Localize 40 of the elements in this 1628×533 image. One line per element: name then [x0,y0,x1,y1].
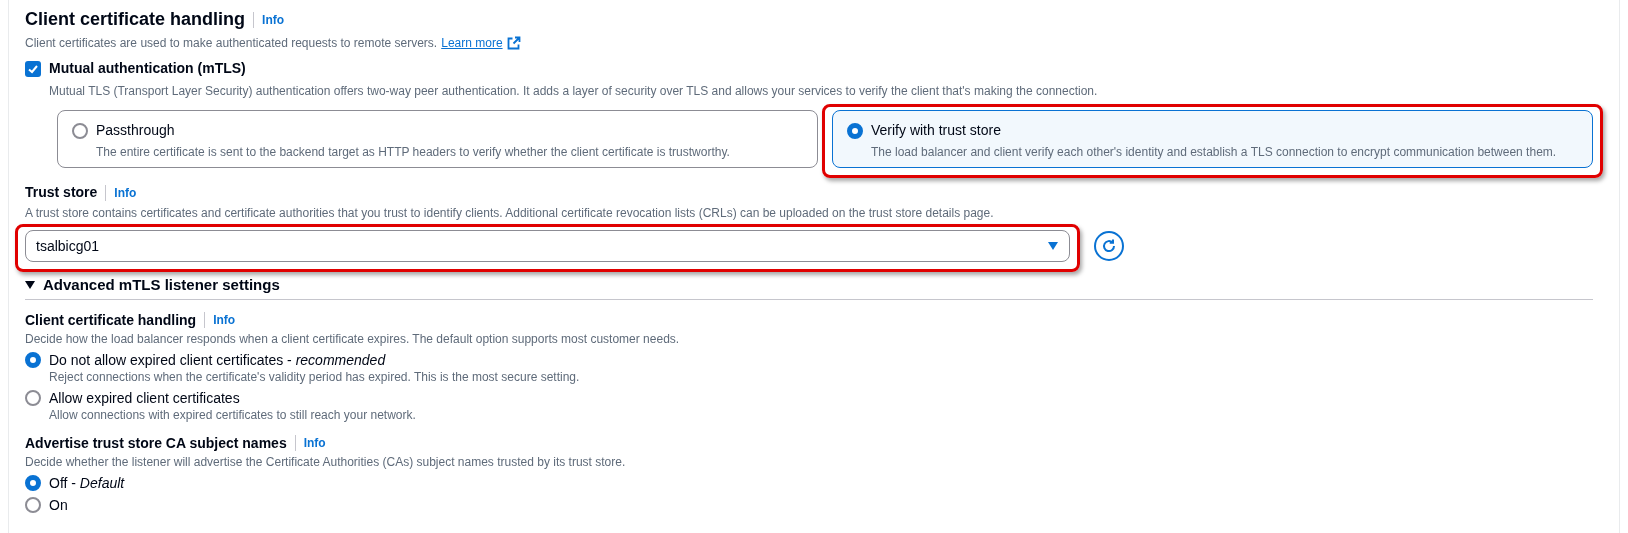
external-link-icon [506,36,521,50]
section-description: Client certificates are used to make authenticated requests to remote servers. [25,35,438,52]
section-heading: Client certificate handling [25,8,246,31]
refresh-icon [1101,238,1117,254]
option-description: The entire certificate is sent to the backend target as HTTP headers to verify whether the client certificate is trustworthy. [96,144,731,161]
option-description: The load balancer and client verify each other's identity and establish a TLS connection to encrypt communication between them. [871,144,1558,161]
info-link[interactable]: Info [213,311,236,329]
field-description: Decide how the load balancer responds when a client certificate expires. The default option supports most customer needs. [25,331,681,347]
radio-button[interactable] [847,122,863,139]
option-label: Passthrough [96,121,175,140]
option-tile[interactable]: Passthrough The entire certificate is sent to the backend target as HTTP headers to verify whether the client certificate is trustworthy. [57,110,818,168]
radio-button[interactable] [25,389,41,406]
caret-icon [1047,241,1059,251]
field-description: Decide whether the listener will advertise the Certificate Authorities (CAs) subject names trusted by its trust store. [25,454,627,470]
section-heading: Client certificate handling [25,310,197,330]
expandable-section-header[interactable]: Advanced mTLS listener settings [43,274,280,297]
radio-description: Reject connections when the certificate's validity period has expired. This is the most secure setting. [49,369,581,385]
trust-store-select[interactable]: tsalbicg01 [25,230,1070,262]
info-link[interactable]: Info [114,183,137,202]
checkbox-description: Mutual TLS (Transport Layer Security) authentication offers two-way peer authentication. It adds a layer of security over TLS and allows your services to verify the client that's making the connection. [49,83,1099,100]
radio-label: Allow expired client certificates [49,388,240,407]
section-heading: Trust store [25,183,98,202]
radio-button[interactable] [72,122,88,139]
radio-label: Do not allow expired client certificates - recommended [49,350,386,369]
checkbox-label: Mutual authentication (mTLS) [49,59,246,78]
field-description: A trust store contains certificates and certificate authorities that you trust to identify clients. Additional certificate revocation lists (CRLs) can be uploaded on the trust store details page. [25,205,995,222]
radio-description: Allow connections with expired certificates to still reach your network. [49,407,417,423]
refresh-button[interactable] [1094,231,1124,261]
radio-button[interactable] [25,351,41,368]
radio-label: Off - Default [49,473,125,492]
info-link[interactable]: Info [303,434,326,452]
checkbox[interactable] [25,60,41,77]
radio-label: On [49,495,68,514]
option-label: Verify with trust store [871,121,1001,140]
learn-more-link[interactable]: Learn more [441,34,503,52]
info-link[interactable]: Info [262,10,285,29]
radio-button[interactable] [25,496,41,513]
section-heading: Advertise trust store CA subject names [25,433,287,453]
option-tile[interactable]: Verify with trust store The load balancer and client verify each other's identity and establish a TLS connection to encrypt communication between them. [832,110,1593,168]
radio-button[interactable] [25,474,41,491]
